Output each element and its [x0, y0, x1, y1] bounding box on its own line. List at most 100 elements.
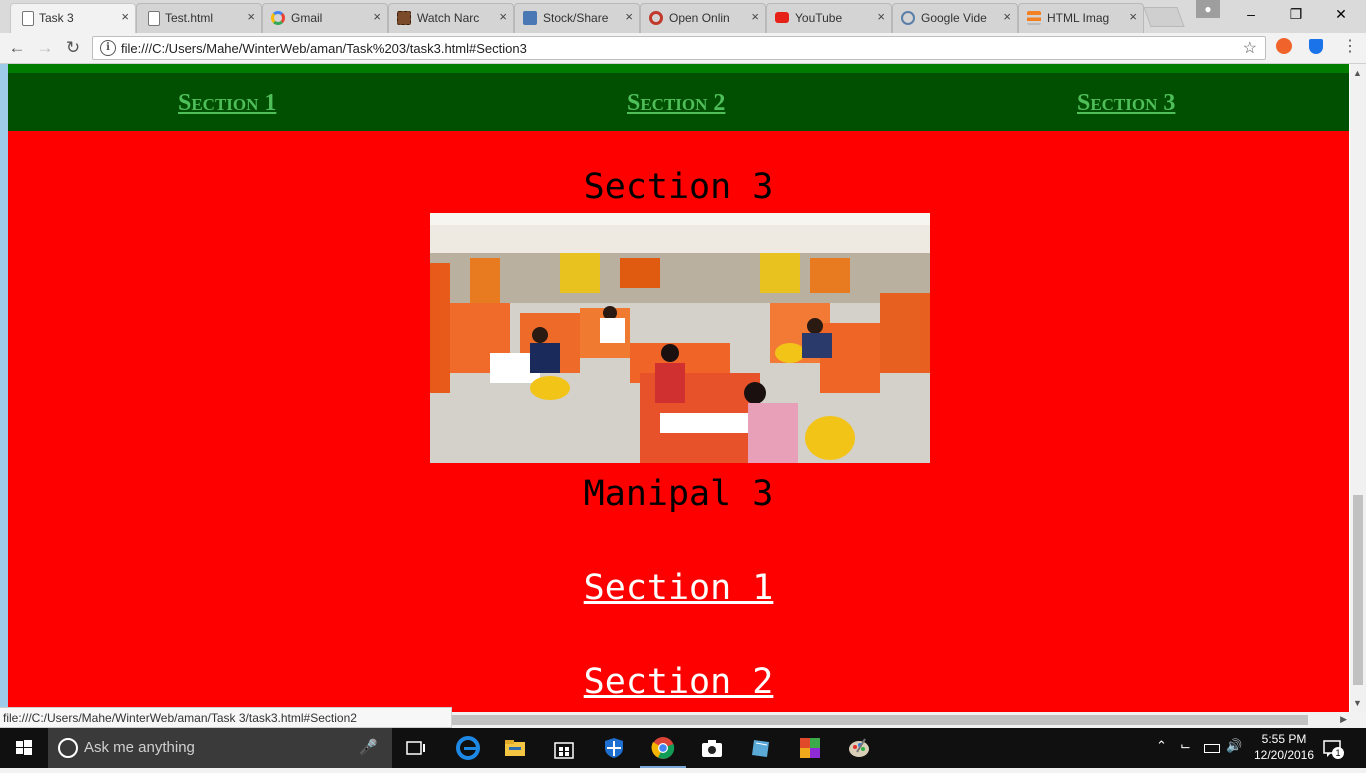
windows-taskbar: Ask me anything 🎤 ⌃ ⌙ 🔊 5:55 PM 12/20/20… — [0, 728, 1366, 768]
reload-icon[interactable]: ↻ — [62, 37, 84, 59]
tab-title: Google Vide — [921, 11, 987, 25]
page-margin — [0, 64, 8, 712]
info-icon[interactable]: i — [100, 40, 116, 56]
tab-stock[interactable]: Stock/Share × — [514, 3, 640, 33]
photo-caption: Manipal 3 — [583, 474, 774, 514]
link-row-section-2: Section 2 — [8, 662, 1349, 702]
nav-link-section-1[interactable]: Section 1 — [178, 90, 276, 117]
close-icon[interactable]: × — [751, 9, 759, 24]
tab-watch[interactable]: Watch Narc × — [388, 3, 514, 33]
section-3-content: Section 3 Manipal 3 Section 1 Section 2 — [8, 131, 1349, 712]
library-photo — [430, 213, 930, 463]
vertical-scrollbar[interactable]: ▲ ▼ — [1350, 64, 1366, 712]
page-viewport: Section 1 Section 2 Section 3 Section 3 — [0, 64, 1350, 712]
minimize-button[interactable]: – — [1228, 0, 1274, 28]
cortana-search[interactable]: Ask me anything 🎤 — [48, 728, 392, 768]
clock[interactable]: 5:55 PM 12/20/2016 — [1250, 731, 1318, 763]
nav-link-section-2[interactable]: Section 2 — [627, 90, 725, 117]
page-icon — [22, 11, 34, 26]
section-heading: Section 3 — [583, 167, 774, 207]
edge-icon[interactable] — [456, 736, 480, 760]
link-section-1[interactable]: Section 1 — [584, 568, 774, 608]
volume-icon[interactable]: 🔊 — [1226, 738, 1242, 754]
tab-google-video[interactable]: Google Vide × — [892, 3, 1018, 33]
chrome-icon[interactable] — [651, 736, 675, 760]
clock-time: 5:55 PM — [1261, 732, 1307, 746]
close-icon[interactable]: × — [1003, 9, 1011, 24]
address-bar[interactable]: i file:///C:/Users/Mahe/WinterWeb/aman/T… — [92, 36, 1266, 60]
clock-date: 12/20/2016 — [1253, 748, 1315, 762]
close-icon[interactable]: × — [625, 9, 633, 24]
notification-badge: 1 — [1332, 747, 1344, 759]
tab-title: Test.html — [165, 11, 214, 25]
close-icon[interactable]: × — [877, 9, 885, 24]
google-icon — [271, 11, 285, 25]
close-icon[interactable]: × — [1129, 9, 1137, 24]
close-icon[interactable]: × — [499, 9, 507, 24]
notes-icon[interactable] — [749, 736, 773, 760]
menu-icon[interactable]: ⋮ — [1342, 36, 1358, 56]
chevron-up-icon[interactable]: ⌃ — [1156, 738, 1167, 754]
paint-icon[interactable] — [847, 736, 871, 760]
vertical-scroll-thumb[interactable] — [1353, 495, 1363, 685]
close-window-button[interactable]: ✕ — [1318, 0, 1364, 28]
tab-title: YouTube — [795, 11, 843, 25]
office-icon[interactable] — [798, 736, 822, 760]
tab-task3[interactable]: Task 3 × — [10, 3, 136, 33]
nav-top-strip — [8, 64, 1349, 73]
address-url[interactable]: file:///C:/Users/Mahe/WinterWeb/aman/Tas… — [121, 41, 527, 56]
status-bubble: file:///C:/Users/Mahe/WinterWeb/aman/Tas… — [0, 707, 452, 728]
tab-title: Open Onlin — [669, 11, 730, 25]
compass-icon — [901, 11, 915, 25]
microphone-icon[interactable]: 🎤 — [359, 738, 378, 756]
scroll-down-icon[interactable]: ▼ — [1353, 698, 1362, 708]
scroll-right-icon[interactable]: ▶ — [1340, 714, 1347, 725]
camera-icon[interactable] — [700, 736, 724, 760]
nav-link-section-3[interactable]: Section 3 — [1077, 90, 1175, 117]
tab-youtube[interactable]: YouTube × — [766, 3, 892, 33]
tab-title: Task 3 — [39, 11, 74, 25]
section-nav: Section 1 Section 2 Section 3 — [8, 73, 1349, 131]
action-center-icon[interactable]: 1 — [1322, 738, 1344, 759]
profile-icon[interactable]: ● — [1196, 0, 1220, 18]
windows-logo-icon — [16, 740, 32, 755]
tab-title: Gmail — [291, 11, 323, 25]
close-icon[interactable]: × — [247, 9, 255, 24]
file-explorer-icon[interactable] — [503, 736, 527, 760]
page-icon — [148, 11, 160, 26]
task-view-icon[interactable] — [404, 736, 428, 760]
film-icon — [397, 11, 411, 25]
cortana-icon — [58, 738, 78, 758]
stack-icon — [1027, 11, 1041, 25]
link-section-2[interactable]: Section 2 — [584, 662, 774, 702]
forward-icon[interactable]: → — [34, 37, 56, 59]
scroll-up-icon[interactable]: ▲ — [1353, 68, 1362, 78]
tab-test-html[interactable]: Test.html × — [136, 3, 262, 33]
tab-title: Stock/Share — [543, 11, 609, 25]
start-button[interactable] — [0, 728, 48, 768]
bookmark-star-icon[interactable]: ☆ — [1243, 38, 1257, 58]
browser-toolbar: ← → ↻ i file:///C:/Users/Mahe/WinterWeb/… — [0, 33, 1366, 64]
tab-title: HTML Imag — [1047, 11, 1110, 25]
tab-html-image[interactable]: HTML Imag × — [1018, 3, 1144, 33]
battery-icon[interactable] — [1204, 744, 1220, 753]
new-tab-button[interactable] — [1143, 7, 1185, 27]
tab-open-online[interactable]: Open Onlin × — [640, 3, 766, 33]
tab-gmail[interactable]: Gmail × — [262, 3, 388, 33]
wifi-icon[interactable]: ⌙ — [1180, 738, 1191, 754]
close-icon[interactable]: × — [121, 9, 129, 24]
close-icon[interactable]: × — [373, 9, 381, 24]
tab-title: Watch Narc — [417, 11, 480, 25]
maximize-button[interactable]: ❐ — [1273, 0, 1319, 28]
chart-icon — [523, 11, 537, 25]
shield-icon[interactable] — [1309, 39, 1323, 54]
search-placeholder: Ask me anything — [84, 739, 195, 756]
extension-icon[interactable] — [1276, 38, 1292, 54]
back-icon[interactable]: ← — [6, 37, 28, 59]
system-tray: ⌃ ⌙ 🔊 — [1150, 728, 1250, 768]
youtube-icon — [775, 12, 789, 23]
store-icon[interactable] — [552, 736, 576, 760]
tab-strip: Task 3 × Test.html × Gmail × Watch Narc … — [0, 0, 1366, 33]
defender-icon[interactable] — [602, 736, 626, 760]
library-photo-art — [430, 213, 930, 463]
